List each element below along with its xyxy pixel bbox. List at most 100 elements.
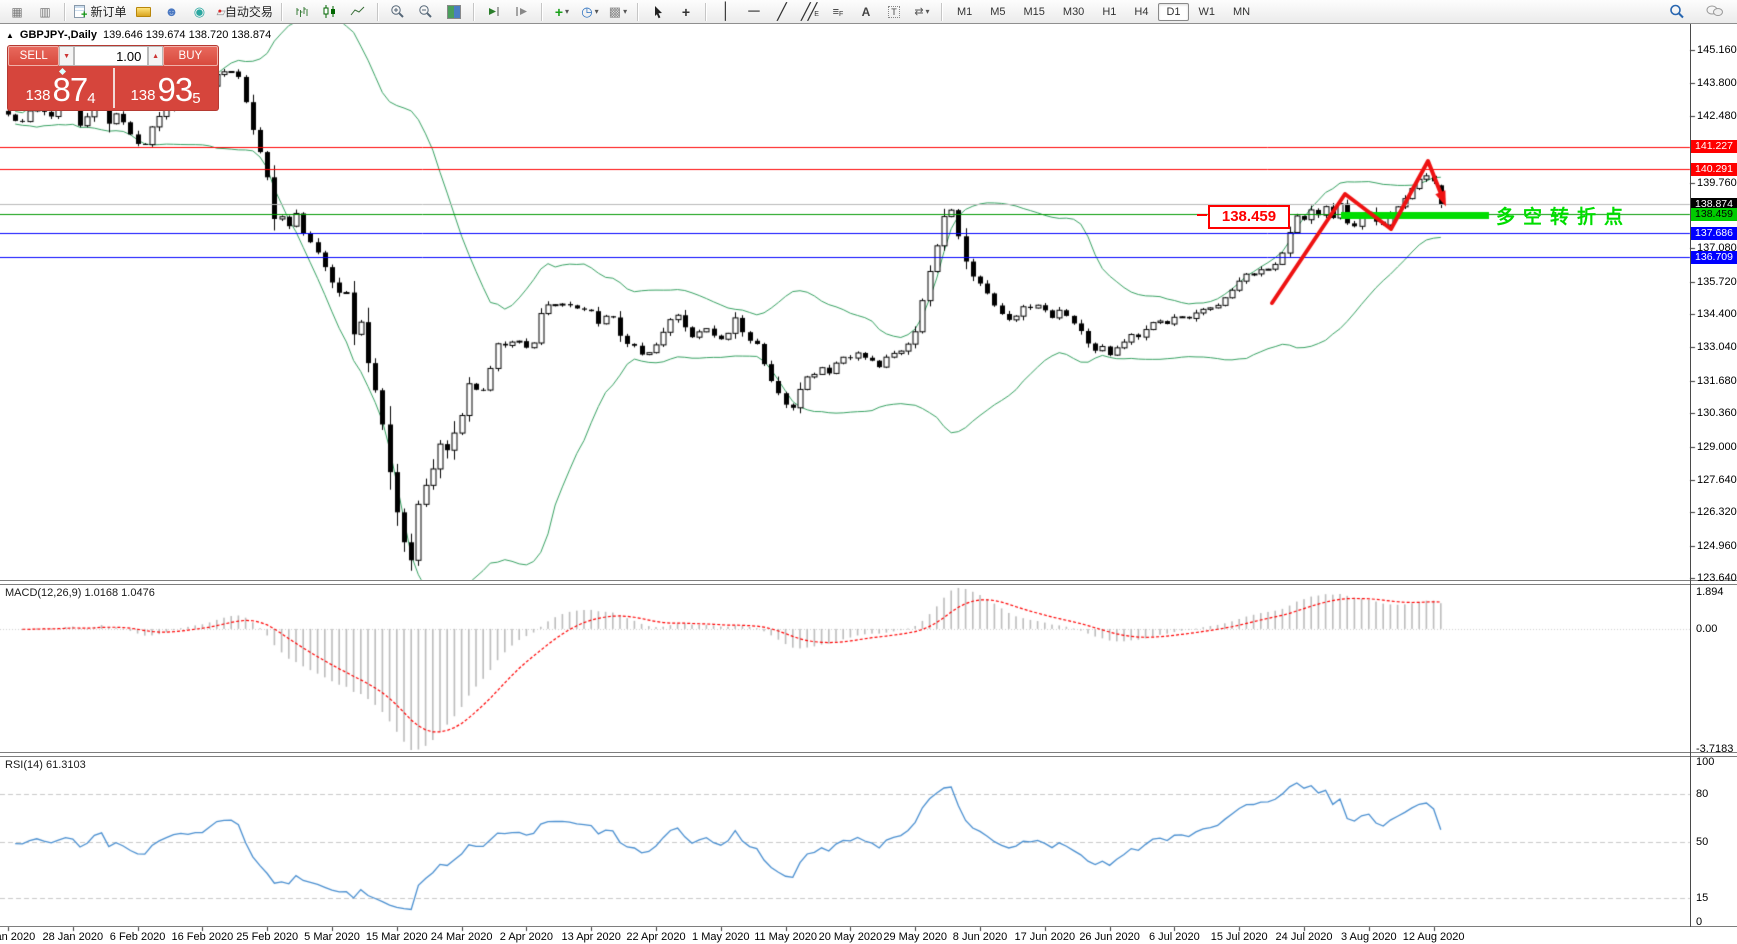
auto-scroll-button[interactable] <box>480 1 508 23</box>
level-leader-dash <box>1197 214 1207 216</box>
cursor-button[interactable] <box>644 1 672 23</box>
crosshair-icon: + <box>682 4 690 20</box>
rsi-axis-15: 15 <box>1696 892 1708 904</box>
chartshift-icon <box>514 4 529 19</box>
rsi-axis-0: 0 <box>1696 916 1702 928</box>
tile-windows-button[interactable] <box>440 1 468 23</box>
panel-separator-rsi[interactable] <box>0 752 1737 757</box>
new-order-button[interactable]: +新订单 <box>71 1 129 23</box>
date-label: 15 Jul 2020 <box>1211 931 1268 943</box>
community-button[interactable]: ☻ <box>157 1 185 23</box>
templates-button-caret-icon[interactable]: ▾ <box>623 7 627 16</box>
timeframe-h4-button[interactable]: H4 <box>1126 3 1156 21</box>
new-order-button-label: 新订单 <box>90 3 126 20</box>
timeframe-m5-button[interactable]: M5 <box>982 3 1013 21</box>
charts-list-button[interactable]: ▦ <box>3 1 31 23</box>
signals-button[interactable]: ◉ <box>185 1 213 23</box>
one-click-collapse-icon[interactable]: ▲ <box>6 31 14 40</box>
periods-button-caret-icon[interactable]: ▾ <box>595 7 599 16</box>
zoom-out-button[interactable] <box>412 1 440 23</box>
toolbar-separator <box>281 3 283 21</box>
turning-point-annotation[interactable]: 多空转折点 <box>1496 202 1631 229</box>
date-label: 3 Aug 2020 <box>1341 931 1397 943</box>
timeframe-w1-button[interactable]: W1 <box>1191 3 1224 21</box>
toolbar-separator <box>541 3 543 21</box>
zoom-in-button[interactable] <box>384 1 412 23</box>
sell-button[interactable]: SELL <box>8 46 59 66</box>
bars-icon <box>294 4 309 19</box>
volume-increase-button[interactable]: ▲ <box>148 46 162 66</box>
date-label: 29 May 2020 <box>883 931 947 943</box>
timeframe-m1-button[interactable]: M1 <box>949 3 980 21</box>
one-click-trading-panel: SELL ▼ 1.00 ▲ BUY 138 87 4 138 93 5 <box>8 46 218 110</box>
volume-decrease-button[interactable]: ▼ <box>59 46 73 66</box>
arrows-button-caret-icon[interactable]: ▾ <box>926 7 930 16</box>
timeframe-m30-button[interactable]: M30 <box>1055 3 1092 21</box>
date-label: 13 Apr 2020 <box>562 931 621 943</box>
price-axis-line <box>1690 24 1691 927</box>
profile-report-button[interactable]: ▥ <box>31 1 59 23</box>
macd-axis-1.894: 1.894 <box>1696 586 1724 598</box>
vertical-line-button[interactable]: │ <box>712 1 740 23</box>
market-gold-button[interactable] <box>129 1 157 23</box>
macd-axis-0.00: 0.00 <box>1696 623 1717 635</box>
candles-icon <box>322 4 337 19</box>
templates-button[interactable]: ▩▾ <box>604 1 632 23</box>
date-label: 26 Jun 2020 <box>1079 931 1140 943</box>
candlestick-chart-button[interactable] <box>316 1 344 23</box>
price-badge-141.227: 141.227 <box>1691 140 1737 153</box>
timeframe-d1-button[interactable]: D1 <box>1158 3 1188 21</box>
timeframe-mn-button[interactable]: MN <box>1225 3 1258 21</box>
toolbar-separator <box>377 3 379 21</box>
periods-icon: ◷ <box>581 6 592 18</box>
level-price-box[interactable]: 138.459 <box>1208 205 1290 229</box>
signal-icon: ◉ <box>194 6 205 18</box>
price-tick-131.680: 131.680 <box>1697 375 1737 387</box>
horizontal-line-button[interactable]: ─ <box>740 1 768 23</box>
price-tick-143.800: 143.800 <box>1697 77 1737 89</box>
report-icon: ▥ <box>39 6 50 18</box>
indicators-button-caret-icon[interactable]: ▾ <box>565 7 569 16</box>
macd-axis--3.7183: -3.7183 <box>1696 743 1733 755</box>
rsi-axis-50: 50 <box>1696 836 1708 848</box>
price-tick-124.960: 124.960 <box>1697 540 1737 552</box>
zoom-in-icon <box>390 4 405 19</box>
price-tick-135.720: 135.720 <box>1697 276 1737 288</box>
volume-input[interactable]: 1.00 <box>74 46 149 66</box>
gold-icon <box>136 7 151 17</box>
periods-button[interactable]: ◷▾ <box>576 1 604 23</box>
arrows-button[interactable]: ⇄▾ <box>908 1 936 23</box>
indicators-button[interactable]: +▾ <box>548 1 576 23</box>
toolbar: ▦▥+新订单☻◉▱●自动交易+▾◷▾▩▾+│─╱╱╱E≡FAT⇄▾M1M5M15… <box>0 0 1737 24</box>
chart-shift-button[interactable] <box>508 1 536 23</box>
trendline-button[interactable]: ╱ <box>768 1 796 23</box>
label-icon: T <box>888 6 900 18</box>
date-label: 2 Apr 2020 <box>500 931 553 943</box>
timeframe-m15-button[interactable]: M15 <box>1016 3 1053 21</box>
vline-icon: │ <box>721 3 731 21</box>
price-tick-130.360: 130.360 <box>1697 407 1737 419</box>
panel-separator-macd[interactable] <box>0 580 1737 585</box>
equidistant-channel-button[interactable]: ╱╱E <box>796 1 824 23</box>
line-chart-button[interactable] <box>344 1 372 23</box>
text-label-button[interactable]: T <box>880 1 908 23</box>
chart-canvas[interactable] <box>0 0 1737 944</box>
buy-button[interactable]: BUY <box>163 46 218 66</box>
timeframe-h1-button[interactable]: H1 <box>1094 3 1124 21</box>
price-divider <box>113 68 115 108</box>
crosshair-button[interactable]: + <box>672 1 700 23</box>
mt4-window: ▦▥+新订单☻◉▱●自动交易+▾◷▾▩▾+│─╱╱╱E≡FAT⇄▾M1M5M15… <box>0 0 1737 944</box>
auto-trading-button[interactable]: ▱●自动交易 <box>213 1 275 23</box>
toolbar-right <box>1663 1 1737 23</box>
fibonacci-button[interactable]: ≡F <box>824 1 852 23</box>
chat-button[interactable] <box>1701 1 1729 23</box>
price-tick-142.480: 142.480 <box>1697 110 1737 122</box>
text-button[interactable]: A <box>852 1 880 23</box>
symbol-header: ▲ GBPJPY-,Daily 139.646 139.674 138.720 … <box>6 29 271 41</box>
price-badge-136.709: 136.709 <box>1691 251 1737 264</box>
date-label: 9 Jan 2020 <box>0 931 35 943</box>
bar-chart-button[interactable] <box>288 1 316 23</box>
toolbar-group-0: ▦▥ <box>0 1 62 23</box>
search-button[interactable] <box>1663 1 1691 23</box>
date-label: 6 Jul 2020 <box>1149 931 1200 943</box>
